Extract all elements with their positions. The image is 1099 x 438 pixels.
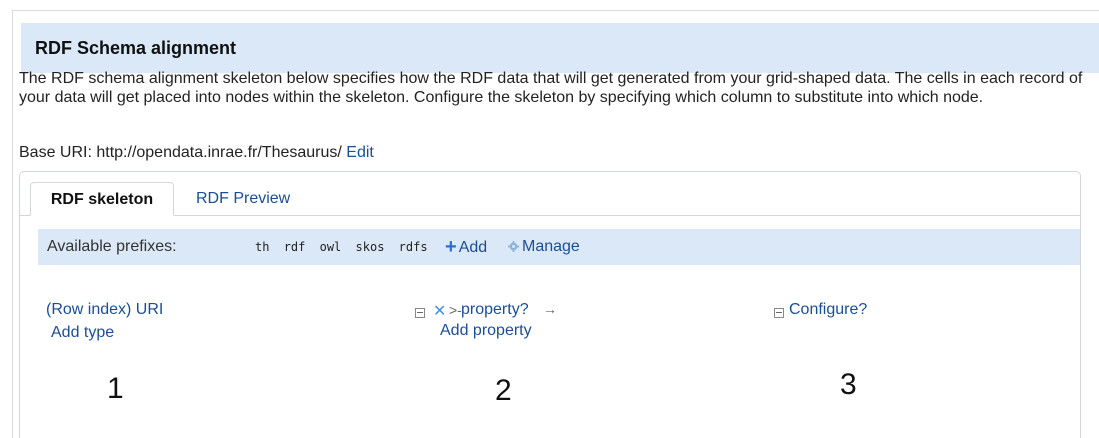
prefix-item: rdfs bbox=[398, 240, 428, 254]
page: RDF Schema alignment The RDF schema alig… bbox=[0, 0, 1099, 438]
manage-prefixes-button[interactable]: Manage bbox=[508, 229, 580, 265]
annotation-number: 3 bbox=[840, 368, 857, 401]
property-link[interactable]: property? bbox=[461, 301, 529, 319]
prefix-list: th rdf owl skos rdfs bbox=[255, 229, 435, 265]
manage-prefixes-label: Manage bbox=[522, 238, 580, 255]
prefix-item: th bbox=[255, 240, 270, 254]
tab-rdf-skeleton[interactable]: RDF skeleton bbox=[30, 182, 174, 216]
arrow-tail-icon: >- bbox=[449, 302, 462, 318]
gear-icon bbox=[508, 241, 519, 252]
prefix-item: skos bbox=[355, 240, 385, 254]
skeleton-panel: RDF skeleton RDF Preview Available prefi… bbox=[19, 171, 1081, 438]
collapse-toggle-icon[interactable] bbox=[415, 308, 425, 318]
prefix-item: owl bbox=[319, 240, 342, 254]
tab-divider bbox=[20, 215, 1080, 216]
edit-base-uri-link[interactable]: Edit bbox=[346, 144, 374, 161]
plus-icon: + bbox=[445, 236, 457, 258]
annotation-number: 2 bbox=[495, 374, 512, 407]
collapse-toggle-icon[interactable] bbox=[774, 308, 784, 318]
prefixes-label: Available prefixes: bbox=[47, 238, 177, 255]
delete-icon[interactable]: ✕ bbox=[433, 301, 446, 321]
dialog-description: The RDF schema alignment skeleton below … bbox=[19, 70, 1083, 106]
prefixes-bar: Available prefixes: th rdf owl skos rdfs… bbox=[38, 229, 1080, 265]
add-prefix-label: Add bbox=[458, 239, 488, 256]
prefix-item: rdf bbox=[283, 240, 306, 254]
add-type-link[interactable]: Add type bbox=[51, 324, 114, 342]
base-uri-row: Base URI: http://opendata.inrae.fr/Thesa… bbox=[19, 143, 374, 163]
tab-rdf-preview[interactable]: RDF Preview bbox=[196, 182, 290, 216]
arrow-head-icon: → bbox=[543, 301, 557, 317]
annotation-number: 1 bbox=[107, 372, 124, 405]
add-prefix-button[interactable]: + Add bbox=[445, 229, 487, 266]
dialog-title: RDF Schema alignment bbox=[21, 23, 1099, 73]
subject-node-link[interactable]: (Row index) URI bbox=[46, 301, 163, 319]
configure-node-link[interactable]: Configure? bbox=[789, 301, 867, 319]
add-property-link[interactable]: Add property bbox=[440, 322, 532, 340]
base-uri-label: Base URI: http://opendata.inrae.fr/Thesa… bbox=[19, 144, 342, 161]
